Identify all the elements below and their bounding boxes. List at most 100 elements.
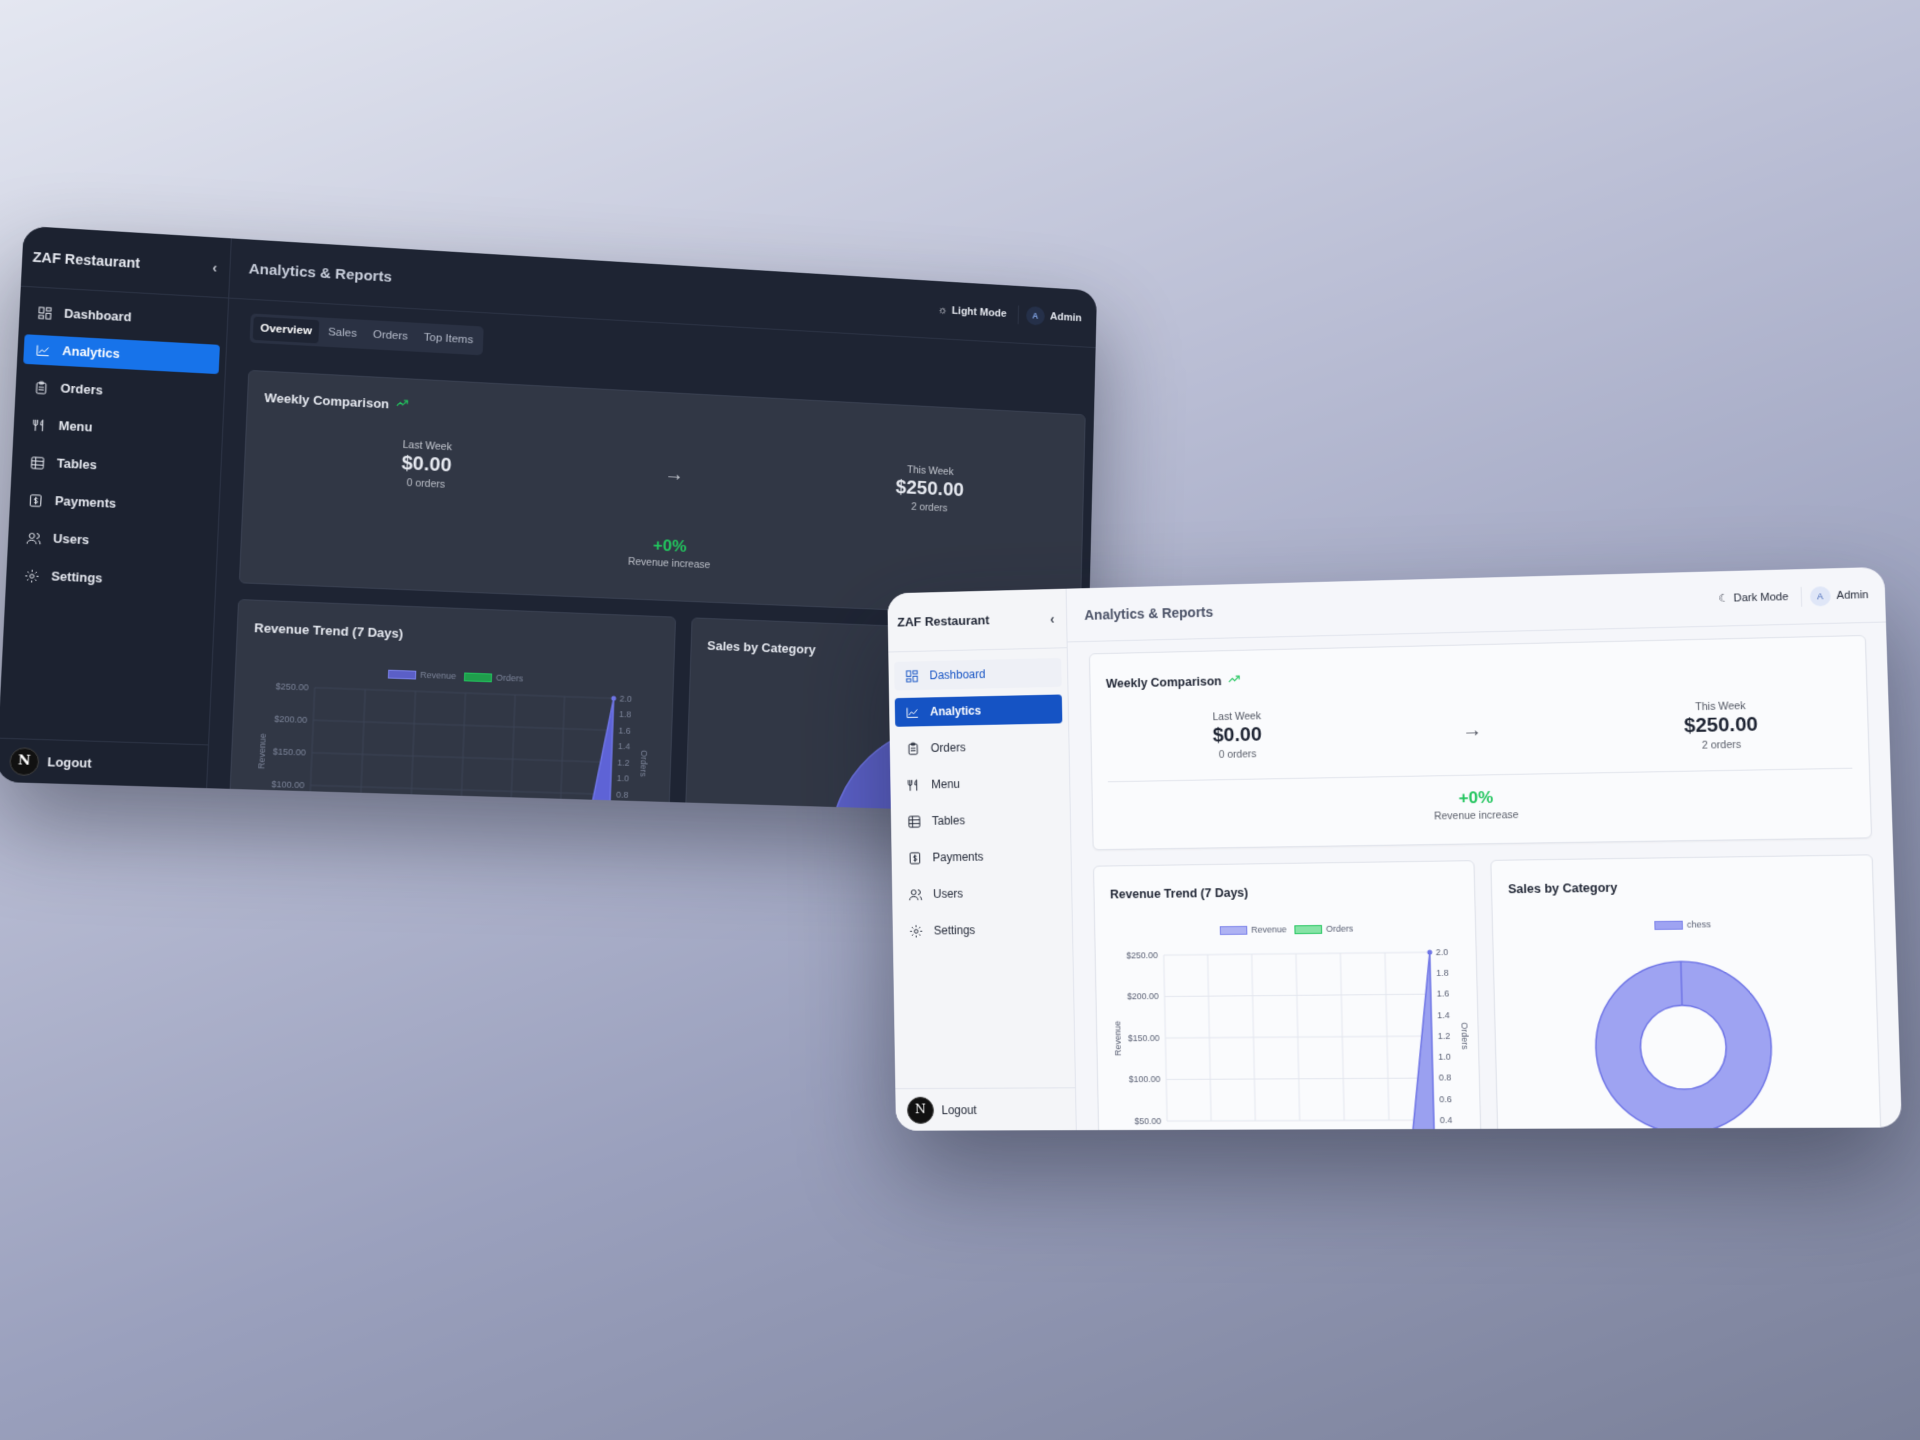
user-menu[interactable]: A Admin: [1017, 305, 1082, 328]
weekly-comparison-card: Weekly Comparison Last Week $0.00 0 orde…: [1088, 634, 1873, 851]
y2-tick-label: 1.0: [1438, 1052, 1451, 1062]
y2-tick-label: 1.6: [1437, 989, 1450, 999]
sidebar-item-orders[interactable]: Orders: [895, 731, 1063, 763]
sidebar-item-tables[interactable]: Tables: [18, 447, 215, 486]
analytics-icon: [34, 342, 51, 359]
gear-icon: [908, 923, 923, 939]
arrow-right-icon: →: [1461, 719, 1483, 742]
trending-up-icon: [1227, 672, 1241, 689]
y2-tick-label: 2.0: [619, 694, 632, 704]
trending-up-icon: [395, 396, 410, 413]
gear-icon: [23, 567, 40, 584]
y2-tick-label: 1.4: [618, 742, 631, 752]
y2-tick-label: 1.8: [619, 710, 632, 720]
sales-category-chart: [1491, 855, 1882, 1130]
y2-tick-label: 0.6: [1439, 1094, 1452, 1104]
sidebar-item-analytics[interactable]: Analytics: [23, 334, 220, 375]
dashboard-icon: [904, 668, 919, 684]
sidebar-item-label: Menu: [931, 777, 961, 792]
y2-tick-label: 2.0: [1436, 947, 1449, 957]
sidebar-item-dashboard[interactable]: Dashboard: [25, 297, 222, 337]
weekly-divider: [1107, 767, 1853, 783]
sidebar-item-label: Dashboard: [63, 306, 132, 325]
y-axis-title: Revenue: [1112, 1021, 1122, 1056]
y2-tick-label: 0.6: [615, 806, 628, 815]
grid-line: [309, 688, 315, 815]
sidebar-item-menu[interactable]: Menu: [19, 409, 216, 448]
sales-by-category-card: Sales by Category chess: [1490, 854, 1882, 1131]
n-badge: N: [906, 1096, 935, 1124]
collapse-sidebar-icon[interactable]: ‹: [212, 259, 217, 275]
sidebar-item-analytics[interactable]: Analytics: [894, 694, 1063, 727]
sidebar-item-dashboard[interactable]: Dashboard: [894, 657, 1062, 691]
report-tabs: Overview Sales Orders Top Items: [249, 313, 484, 356]
sidebar-item-menu[interactable]: Menu: [896, 768, 1064, 800]
grid-line: [360, 689, 365, 814]
tab-overview[interactable]: Overview: [252, 316, 320, 344]
grid-line: [1165, 1036, 1431, 1038]
moon-icon: ☾: [1718, 592, 1729, 605]
brand-name: ZAF Restaurant: [32, 248, 141, 271]
grid-line: [560, 697, 565, 815]
y-tick-label: $200.00: [1127, 992, 1159, 1002]
topbar-actions: ☼ Light Mode A Admin: [938, 300, 1082, 328]
revenue-change-value: +0%: [1458, 788, 1494, 808]
revenue-series-area: [575, 697, 613, 815]
sun-icon: ☼: [937, 303, 948, 316]
logout-button[interactable]: N Logout: [0, 737, 209, 789]
tab-orders[interactable]: Orders: [365, 323, 415, 349]
this-week-value: $250.00: [1683, 713, 1759, 738]
y-tick-label: $200.00: [274, 714, 307, 725]
clipboard-icon: [32, 379, 49, 396]
tab-top-items[interactable]: Top Items: [416, 326, 480, 353]
sidebar: ZAF Restaurant ‹ Dashboard Analytics Order…: [0, 225, 232, 789]
sidebar-item-label: Orders: [60, 381, 104, 398]
y-axis-title: Revenue: [256, 733, 268, 769]
grid-line: [315, 688, 614, 699]
sidebar-item-settings[interactable]: Settings: [12, 560, 210, 598]
revenue-trend-card: Revenue Trend (7 Days) Revenue Orders $2…: [1093, 860, 1482, 1131]
tab-sales[interactable]: Sales: [320, 320, 364, 346]
this-week-orders: 2 orders: [1701, 738, 1742, 752]
light-mode-button[interactable]: ☼ Light Mode: [938, 304, 1007, 319]
users-icon: [25, 530, 42, 547]
last-week-block: Last Week $0.00 0 orders: [335, 436, 516, 494]
sidebar-item-settings[interactable]: Settings: [898, 915, 1066, 946]
dollar-icon: [907, 850, 922, 866]
main-content: Analytics & Reports ☾ Dark Mode A Admin …: [1066, 566, 1902, 1131]
mode-toggle-label: Dark Mode: [1733, 590, 1789, 604]
y-tick-label: $250.00: [275, 681, 308, 692]
y-tick-label: $100.00: [1129, 1075, 1161, 1085]
revenue-point: [1427, 949, 1433, 955]
dollar-icon: [26, 492, 43, 509]
sidebar-item-label: Users: [933, 886, 964, 901]
sidebar-item-label: Payments: [932, 849, 984, 865]
sidebar-item-users[interactable]: Users: [898, 878, 1066, 909]
weekly-comparison-title: Weekly Comparison: [1106, 672, 1242, 691]
utensils-icon: [906, 777, 921, 793]
y2-tick-label: 1.2: [617, 758, 630, 768]
sidebar-item-tables[interactable]: Tables: [896, 804, 1064, 836]
grid-line: [1165, 994, 1431, 996]
revenue-trend-chart: $250.00 $200.00 $150.00 $100.00 $50.00 2.0 1.8…: [1112, 947, 1470, 1131]
n-badge: N: [8, 746, 40, 776]
brand-name: ZAF Restaurant: [897, 612, 990, 630]
sidebar-item-payments[interactable]: Payments: [16, 484, 214, 523]
collapse-sidebar-icon[interactable]: ‹: [1050, 611, 1055, 626]
revenue-point: [611, 695, 617, 701]
dark-mode-button[interactable]: ☾ Dark Mode: [1718, 590, 1788, 605]
sidebar-item-users[interactable]: Users: [14, 522, 212, 560]
sidebar-item-label: Dashboard: [929, 667, 986, 683]
revenue-change: +0% Revenue increase: [1386, 787, 1567, 823]
y2-axis-title: Orders: [638, 750, 649, 777]
sidebar-item-orders[interactable]: Orders: [21, 372, 218, 412]
this-week-block: This Week $250.00 2 orders: [1629, 699, 1814, 753]
sidebar-item-payments[interactable]: Payments: [897, 841, 1065, 872]
y-tick-label: $150.00: [1128, 1033, 1160, 1043]
this-week-block: This Week $250.00 2 orders: [844, 461, 1015, 517]
topbar-actions: ☾ Dark Mode A Admin: [1718, 584, 1869, 609]
user-menu[interactable]: A Admin: [1800, 584, 1869, 607]
grid-line: [312, 753, 611, 763]
logout-label: Logout: [941, 1102, 977, 1117]
logout-button[interactable]: N Logout: [895, 1087, 1076, 1131]
